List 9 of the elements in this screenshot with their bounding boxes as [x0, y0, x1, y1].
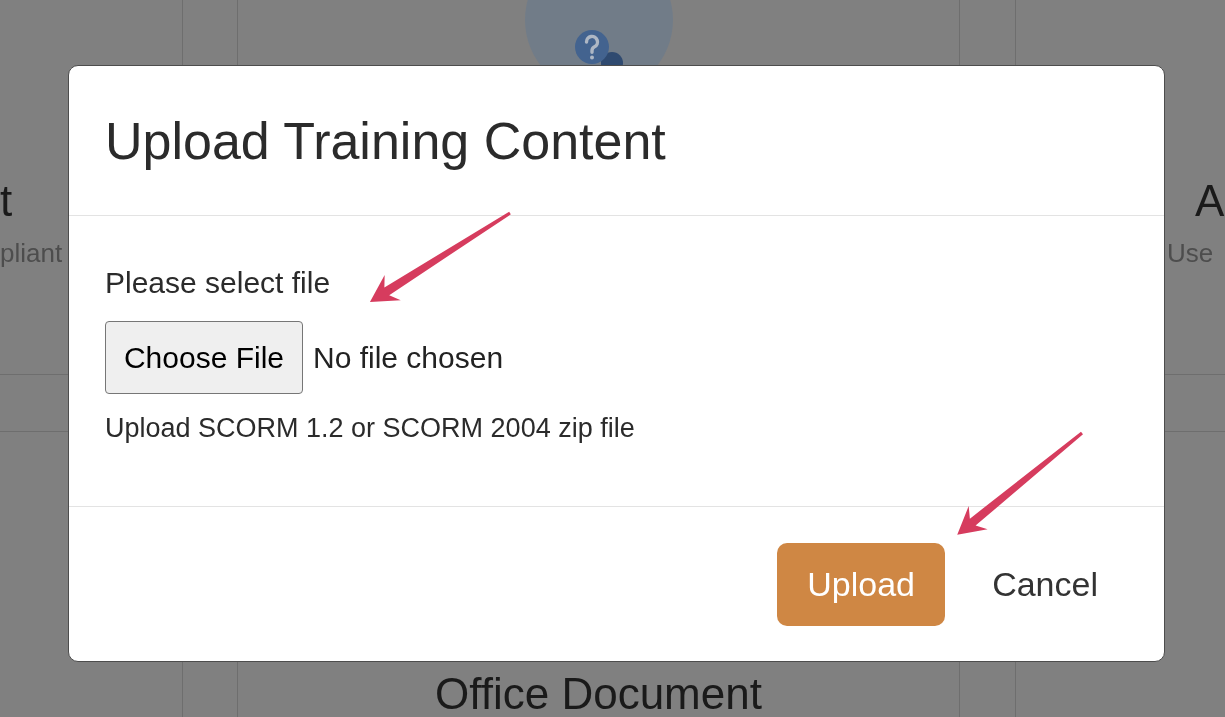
dialog-title: Upload Training Content [105, 110, 666, 171]
cancel-button[interactable]: Cancel [980, 556, 1110, 612]
help-text: Upload SCORM 1.2 or SCORM 2004 zip file [105, 412, 635, 444]
field-label: Please select file [105, 265, 331, 301]
card-title: A [1195, 175, 1225, 227]
card-title: t [0, 175, 13, 227]
file-status-text: No file chosen [313, 339, 504, 376]
card-title: Office Document [435, 672, 762, 716]
choose-file-button[interactable]: Choose File [105, 321, 303, 394]
